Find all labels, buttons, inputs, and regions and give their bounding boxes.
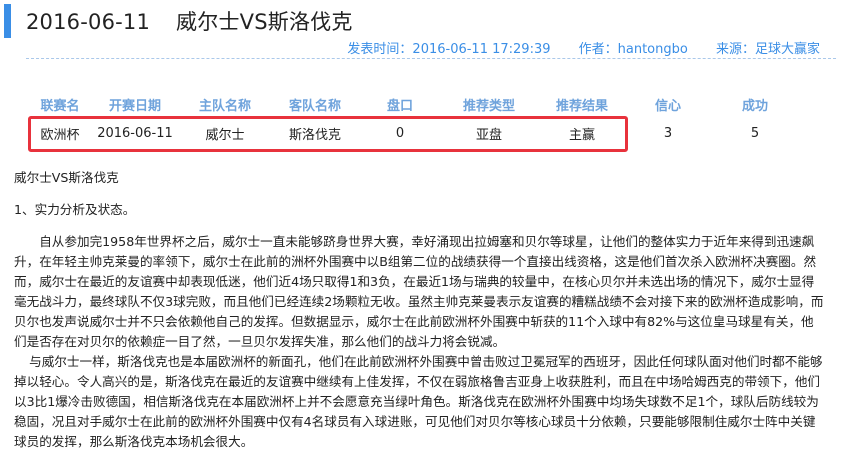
author: 作者：hantongbo	[578, 42, 688, 57]
column-header: 盘口	[386, 98, 413, 114]
source: 来源：足球大赢家	[715, 42, 820, 57]
column-header: 开赛日期	[108, 98, 161, 114]
column-header: 成功	[741, 98, 768, 114]
highlight-box	[28, 116, 628, 152]
column-header: 客队名称	[288, 98, 341, 114]
column-header: 推荐结果	[555, 98, 608, 114]
table-header-row: 联赛名 开赛日期 主队名称 客队名称 盘口 推荐类型 推荐结果 信心 成功	[30, 92, 800, 116]
article-body: 威尔士VS斯洛伐克 1、实力分析及状态。 自从参加完1958年世界杯之后，威尔士…	[14, 160, 826, 452]
paragraph: 与威尔士一样，斯洛伐克也是本届欧洲杯的新面孔，他们在此前欧洲杯外围赛中曾击败过卫…	[14, 354, 823, 449]
column-header: 推荐类型	[462, 98, 515, 114]
publish-time: 发表时间：2016-06-11 17:29:39	[347, 42, 551, 57]
paragraph: 自从参加完1958年世界杯之后，威尔士一直未能够跻身世界大赛，幸好涌现出拉姆塞和…	[14, 234, 824, 349]
column-header: 信心	[654, 98, 681, 114]
title-accent-bar	[4, 4, 11, 38]
page-title: 2016-06-11 威尔士VS斯洛伐克	[26, 6, 353, 36]
article-meta: 发表时间：2016-06-11 17:29:39 作者：hantongbo 来源…	[0, 38, 820, 57]
article-subtitle: 威尔士VS斯洛伐克	[14, 170, 119, 185]
match-title: 威尔士VS斯洛伐克	[176, 10, 353, 34]
header-divider	[26, 58, 836, 59]
confidence-cell: 3	[663, 125, 673, 141]
column-header: 主队名称	[198, 98, 251, 114]
section-heading: 1、实力分析及状态。	[14, 202, 136, 217]
column-header: 联赛名	[40, 98, 80, 114]
success-cell: 5	[750, 125, 760, 141]
match-date: 2016-06-11	[26, 10, 151, 34]
